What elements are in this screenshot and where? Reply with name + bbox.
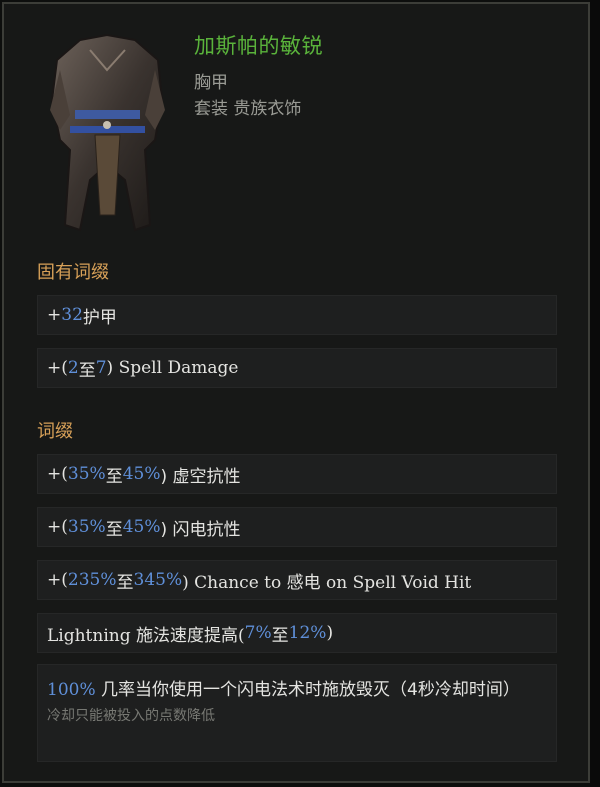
affix-row: +(35% 至 45%) 虚空抗性 — [37, 454, 557, 494]
chest-armor-icon — [50, 33, 165, 232]
item-set: 套装 贵族衣饰 — [194, 99, 302, 119]
special-affix-row: 100% 几率当你使用一个闪电法术时施放毁灭（4秒冷却时间） 冷却只能被投入的点… — [37, 664, 557, 762]
implicit-section-title: 固有词缀 — [37, 262, 109, 283]
item-name: 加斯帕的敏锐 — [194, 34, 323, 58]
affix-row: +(35% 至 45%) 闪电抗性 — [37, 507, 557, 547]
cooldown-note: 冷却只能被投入的点数降低 — [47, 708, 215, 724]
special-affix-text: 100% 几率当你使用一个闪电法术时施放毁灭（4秒冷却时间） — [47, 680, 520, 700]
implicit-row: +32 护甲 — [37, 295, 557, 335]
affix-row: +(235% 至 345%) Chance to 感电 on Spell Voi… — [37, 560, 557, 600]
affix-row: Lightning 施法速度提高(7% 至 12%) — [37, 613, 557, 653]
implicit-row: +(2 至 7) Spell Damage — [37, 348, 557, 388]
tooltip-edge — [590, 0, 600, 787]
affix-section-title: 词缀 — [37, 421, 73, 442]
item-slot: 胸甲 — [194, 73, 228, 93]
